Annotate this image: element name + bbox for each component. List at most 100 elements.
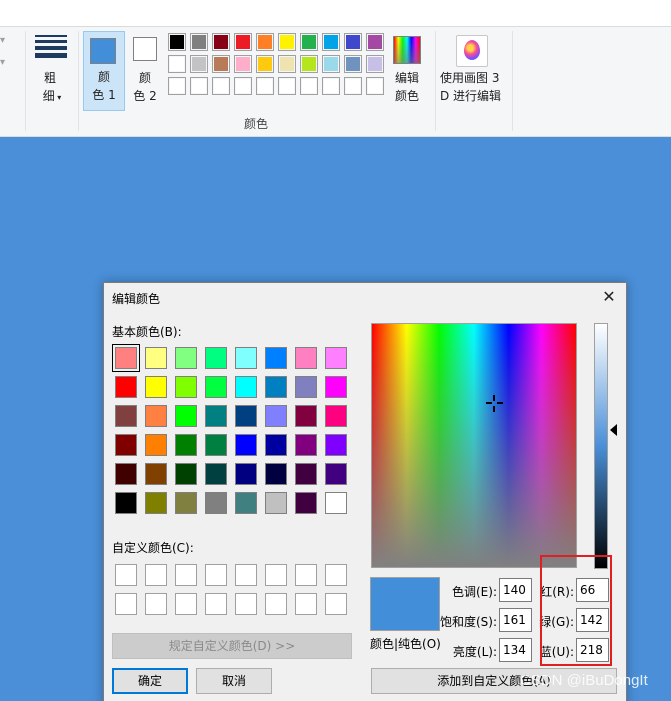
palette-swatch[interactable] bbox=[344, 77, 362, 95]
basic-color-swatch[interactable] bbox=[115, 434, 137, 456]
basic-color-swatch[interactable] bbox=[175, 405, 197, 427]
custom-color-swatch[interactable] bbox=[295, 593, 317, 615]
custom-color-swatch[interactable] bbox=[175, 593, 197, 615]
basic-color-swatch[interactable] bbox=[325, 347, 347, 369]
basic-color-swatch[interactable] bbox=[175, 376, 197, 398]
palette-swatch[interactable] bbox=[168, 77, 186, 95]
basic-color-swatch[interactable] bbox=[112, 344, 140, 372]
custom-color-swatch[interactable] bbox=[205, 564, 227, 586]
basic-color-swatch[interactable] bbox=[115, 376, 137, 398]
luminance-slider[interactable] bbox=[594, 323, 608, 569]
palette-swatch[interactable] bbox=[322, 33, 340, 51]
basic-color-swatch[interactable] bbox=[145, 434, 167, 456]
palette-swatch[interactable] bbox=[344, 33, 362, 51]
basic-color-swatch[interactable] bbox=[235, 347, 257, 369]
basic-color-swatch[interactable] bbox=[205, 463, 227, 485]
basic-color-swatch[interactable] bbox=[265, 376, 287, 398]
palette-swatch[interactable] bbox=[366, 33, 384, 51]
palette-swatch[interactable] bbox=[300, 77, 318, 95]
palette-swatch[interactable] bbox=[256, 77, 274, 95]
basic-color-swatch[interactable] bbox=[325, 463, 347, 485]
palette-swatch[interactable] bbox=[212, 77, 230, 95]
palette-swatch[interactable] bbox=[234, 77, 252, 95]
basic-color-swatch[interactable] bbox=[205, 405, 227, 427]
palette-swatch[interactable] bbox=[300, 55, 318, 73]
custom-color-swatch[interactable] bbox=[145, 593, 167, 615]
palette-swatch[interactable] bbox=[190, 55, 208, 73]
basic-color-swatch[interactable] bbox=[145, 347, 167, 369]
custom-color-swatch[interactable] bbox=[235, 564, 257, 586]
basic-color-swatch[interactable] bbox=[265, 463, 287, 485]
ok-button[interactable]: 确定 bbox=[112, 668, 188, 694]
basic-color-swatch[interactable] bbox=[235, 434, 257, 456]
basic-color-swatch[interactable] bbox=[205, 492, 227, 514]
palette-swatch[interactable] bbox=[322, 55, 340, 73]
basic-color-swatch[interactable] bbox=[205, 347, 227, 369]
basic-color-swatch[interactable] bbox=[295, 492, 317, 514]
palette-swatch[interactable] bbox=[366, 55, 384, 73]
palette-swatch[interactable] bbox=[190, 77, 208, 95]
basic-color-swatch[interactable] bbox=[295, 405, 317, 427]
palette-swatch[interactable] bbox=[190, 33, 208, 51]
palette-swatch[interactable] bbox=[212, 33, 230, 51]
custom-color-swatch[interactable] bbox=[205, 593, 227, 615]
basic-color-swatch[interactable] bbox=[145, 405, 167, 427]
custom-color-swatch[interactable] bbox=[325, 564, 347, 586]
close-icon[interactable]: ✕ bbox=[598, 286, 620, 308]
custom-color-swatch[interactable] bbox=[115, 593, 137, 615]
palette-swatch[interactable] bbox=[256, 55, 274, 73]
custom-color-swatch[interactable] bbox=[145, 564, 167, 586]
luminance-arrow-icon[interactable] bbox=[610, 424, 617, 436]
palette-swatch[interactable] bbox=[322, 77, 340, 95]
palette-swatch[interactable] bbox=[234, 55, 252, 73]
basic-color-swatch[interactable] bbox=[175, 492, 197, 514]
custom-color-swatch[interactable] bbox=[295, 564, 317, 586]
basic-color-swatch[interactable] bbox=[265, 405, 287, 427]
basic-color-swatch[interactable] bbox=[145, 492, 167, 514]
basic-color-swatch[interactable] bbox=[325, 376, 347, 398]
basic-color-swatch[interactable] bbox=[235, 492, 257, 514]
custom-color-swatch[interactable] bbox=[175, 564, 197, 586]
palette-swatch[interactable] bbox=[278, 55, 296, 73]
basic-color-swatch[interactable] bbox=[265, 434, 287, 456]
basic-color-swatch[interactable] bbox=[325, 405, 347, 427]
color-spectrum[interactable] bbox=[371, 323, 577, 568]
basic-color-swatch[interactable] bbox=[175, 434, 197, 456]
basic-color-swatch[interactable] bbox=[175, 347, 197, 369]
basic-color-swatch[interactable] bbox=[295, 434, 317, 456]
cancel-button[interactable]: 取消 bbox=[196, 668, 272, 694]
basic-color-swatch[interactable] bbox=[295, 376, 317, 398]
basic-color-swatch[interactable] bbox=[325, 434, 347, 456]
basic-color-swatch[interactable] bbox=[205, 376, 227, 398]
basic-color-swatch[interactable] bbox=[235, 376, 257, 398]
basic-color-swatch[interactable] bbox=[295, 463, 317, 485]
define-custom-colors-button[interactable]: 规定自定义颜色(D) >> bbox=[112, 633, 352, 659]
custom-color-swatch[interactable] bbox=[265, 564, 287, 586]
basic-color-swatch[interactable] bbox=[325, 492, 347, 514]
basic-color-swatch[interactable] bbox=[145, 376, 167, 398]
custom-color-swatch[interactable] bbox=[235, 593, 257, 615]
basic-color-swatch[interactable] bbox=[115, 492, 137, 514]
basic-color-swatch[interactable] bbox=[145, 463, 167, 485]
custom-color-swatch[interactable] bbox=[115, 564, 137, 586]
palette-swatch[interactable] bbox=[234, 33, 252, 51]
saturation-input[interactable]: 161 bbox=[499, 608, 532, 632]
palette-swatch[interactable] bbox=[344, 55, 362, 73]
basic-color-swatch[interactable] bbox=[265, 347, 287, 369]
palette-swatch[interactable] bbox=[300, 33, 318, 51]
palette-swatch[interactable] bbox=[278, 33, 296, 51]
palette-swatch[interactable] bbox=[278, 77, 296, 95]
custom-color-swatch[interactable] bbox=[265, 593, 287, 615]
basic-color-swatch[interactable] bbox=[175, 463, 197, 485]
basic-color-swatch[interactable] bbox=[295, 347, 317, 369]
palette-swatch[interactable] bbox=[168, 55, 186, 73]
palette-swatch[interactable] bbox=[212, 55, 230, 73]
basic-color-swatch[interactable] bbox=[115, 463, 137, 485]
basic-color-swatch[interactable] bbox=[235, 463, 257, 485]
palette-swatch[interactable] bbox=[366, 77, 384, 95]
luminance-input[interactable]: 134 bbox=[499, 638, 532, 662]
color1-button[interactable]: 颜 色 1 bbox=[83, 31, 125, 111]
basic-color-swatch[interactable] bbox=[205, 434, 227, 456]
palette-swatch[interactable] bbox=[256, 33, 274, 51]
custom-color-swatch[interactable] bbox=[325, 593, 347, 615]
